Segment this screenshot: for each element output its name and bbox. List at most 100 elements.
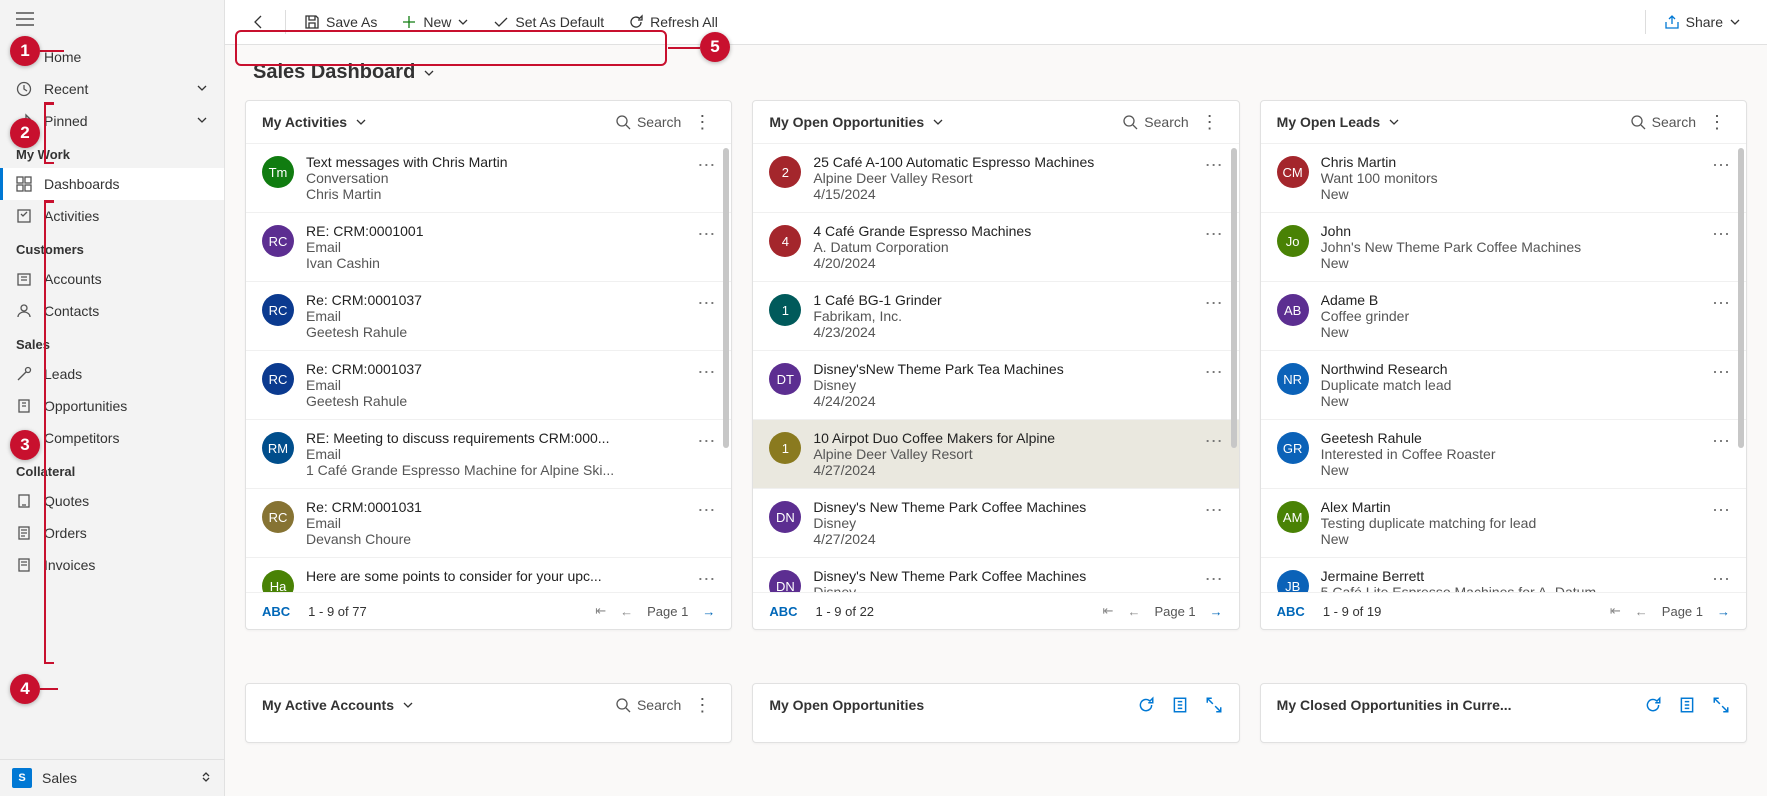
back-button[interactable] [241, 8, 277, 36]
row-more-button[interactable]: ⋯ [1205, 223, 1223, 243]
list-row[interactable]: TmText messages with Chris MartinConvers… [246, 144, 731, 213]
row-more-button[interactable]: ⋯ [1205, 499, 1223, 519]
list-row[interactable]: HaHere are some points to consider for y… [246, 558, 731, 592]
more-button[interactable]: ⋮ [1197, 113, 1223, 131]
clock-icon [16, 81, 32, 97]
nav-activities[interactable]: Activities [0, 200, 224, 232]
nav-invoices[interactable]: Invoices [0, 549, 224, 581]
refresh-icon[interactable] [1137, 696, 1155, 714]
prev-page-button[interactable]: ← [1127, 604, 1140, 619]
expand-icon[interactable] [1205, 696, 1223, 714]
search-button[interactable]: Search [1122, 114, 1188, 130]
list-row[interactable]: NRNorthwind ResearchDuplicate match lead… [1261, 351, 1746, 420]
more-button[interactable]: ⋮ [689, 696, 715, 714]
first-page-button[interactable]: ⇤ [595, 603, 606, 619]
callout-line-1 [40, 50, 64, 52]
more-button[interactable]: ⋮ [689, 113, 715, 131]
list-row[interactable]: RCRe: CRM:0001031EmailDevansh Choure⋯ [246, 489, 731, 558]
abc-filter[interactable]: ABC [769, 604, 797, 619]
chevron-down-icon[interactable] [1388, 116, 1400, 128]
search-button[interactable]: Search [615, 697, 681, 713]
search-button[interactable]: Search [1630, 114, 1696, 130]
nav-orders[interactable]: Orders [0, 517, 224, 549]
row-more-button[interactable]: ⋯ [1712, 223, 1730, 243]
row-more-button[interactable]: ⋯ [697, 568, 715, 588]
list-row[interactable]: RCRE: CRM:0001001EmailIvan Cashin⋯ [246, 213, 731, 282]
more-button[interactable]: ⋮ [1704, 113, 1730, 131]
nav-contacts[interactable]: Contacts [0, 295, 224, 327]
row-more-button[interactable]: ⋯ [1712, 361, 1730, 381]
list-row[interactable]: RCRe: CRM:0001037EmailGeetesh Rahule⋯ [246, 282, 731, 351]
list-row[interactable]: RCRe: CRM:0001037EmailGeetesh Rahule⋯ [246, 351, 731, 420]
list-row[interactable]: GRGeetesh RahuleInterested in Coffee Roa… [1261, 420, 1746, 489]
list-row[interactable]: DTDisney'sNew Theme Park Tea MachinesDis… [753, 351, 1238, 420]
row-more-button[interactable]: ⋯ [1205, 292, 1223, 312]
row-more-button[interactable]: ⋯ [1205, 361, 1223, 381]
save-as-button[interactable]: Save As [294, 8, 387, 36]
row-more-button[interactable]: ⋯ [697, 430, 715, 450]
nav-opportunities[interactable]: Opportunities [0, 390, 224, 422]
list-row[interactable]: 11 Café BG-1 GrinderFabrikam, Inc.4/23/2… [753, 282, 1238, 351]
next-page-button[interactable]: → [702, 604, 715, 619]
quotes-icon [16, 493, 32, 509]
row-more-button[interactable]: ⋯ [1712, 154, 1730, 174]
refresh-icon[interactable] [1644, 696, 1662, 714]
nav-quotes[interactable]: Quotes [0, 485, 224, 517]
area-switcher[interactable]: S Sales [0, 759, 224, 796]
list-row[interactable]: 225 Café A-100 Automatic Espresso Machin… [753, 144, 1238, 213]
row-more-button[interactable]: ⋯ [1712, 430, 1730, 450]
prev-page-button[interactable]: ← [1635, 604, 1648, 619]
chevron-down-icon[interactable] [355, 116, 367, 128]
row-text: Adame BCoffee grinderNew [1321, 292, 1700, 340]
row-more-button[interactable]: ⋯ [1205, 154, 1223, 174]
row-more-button[interactable]: ⋯ [1205, 430, 1223, 450]
scrollbar[interactable] [1738, 148, 1744, 448]
nav-dashboards[interactable]: Dashboards [0, 168, 224, 200]
nav-recent[interactable]: Recent [0, 73, 224, 105]
records-icon[interactable] [1678, 696, 1696, 714]
prev-page-button[interactable]: ← [620, 604, 633, 619]
hamburger-button[interactable] [0, 0, 224, 41]
new-button[interactable]: New [391, 8, 479, 36]
row-more-button[interactable]: ⋯ [1712, 568, 1730, 588]
list-row[interactable]: RMRE: Meeting to discuss requirements CR… [246, 420, 731, 489]
list-row[interactable]: 44 Café Grande Espresso MachinesA. Datum… [753, 213, 1238, 282]
records-icon[interactable] [1171, 696, 1189, 714]
scrollbar[interactable] [723, 148, 729, 448]
scrollbar[interactable] [1231, 148, 1237, 448]
nav-accounts[interactable]: Accounts [0, 263, 224, 295]
row-more-button[interactable]: ⋯ [697, 361, 715, 381]
share-button[interactable]: Share [1654, 8, 1751, 36]
chevron-down-icon[interactable] [402, 699, 414, 711]
nav-leads[interactable]: Leads [0, 358, 224, 390]
row-more-button[interactable]: ⋯ [697, 154, 715, 174]
search-button[interactable]: Search [615, 114, 681, 130]
row-more-button[interactable]: ⋯ [697, 499, 715, 519]
first-page-button[interactable]: ⇤ [1610, 603, 1621, 619]
list-row[interactable]: DNDisney's New Theme Park Coffee Machine… [753, 558, 1238, 592]
row-more-button[interactable]: ⋯ [1712, 292, 1730, 312]
chevron-down-icon [196, 81, 208, 97]
list-row[interactable]: AMAlex MartinTesting duplicate matching … [1261, 489, 1746, 558]
list-row[interactable]: 110 Airpot Duo Coffee Makers for AlpineA… [753, 420, 1238, 489]
next-page-button[interactable]: → [1717, 604, 1730, 619]
next-page-button[interactable]: → [1210, 604, 1223, 619]
first-page-button[interactable]: ⇤ [1103, 603, 1114, 619]
list-row[interactable]: DNDisney's New Theme Park Coffee Machine… [753, 489, 1238, 558]
list-row[interactable]: ABAdame BCoffee grinderNew⋯ [1261, 282, 1746, 351]
chevron-down-icon[interactable] [932, 116, 944, 128]
expand-icon[interactable] [1712, 696, 1730, 714]
list-row[interactable]: JBJermaine Berrett5 Café Lite Espresso M… [1261, 558, 1746, 592]
row-more-button[interactable]: ⋯ [697, 223, 715, 243]
abc-filter[interactable]: ABC [1277, 604, 1305, 619]
abc-filter[interactable]: ABC [262, 604, 290, 619]
row-more-button[interactable]: ⋯ [1712, 499, 1730, 519]
page-title: Sales Dashboard [253, 61, 415, 84]
row-more-button[interactable]: ⋯ [1205, 568, 1223, 588]
chevron-down-icon[interactable] [423, 67, 435, 79]
list-row[interactable]: JoJohnJohn's New Theme Park Coffee Machi… [1261, 213, 1746, 282]
set-default-button[interactable]: Set As Default [483, 8, 614, 36]
row-more-button[interactable]: ⋯ [697, 292, 715, 312]
list-row[interactable]: CMChris MartinWant 100 monitorsNew⋯ [1261, 144, 1746, 213]
row-text: Disney's New Theme Park Coffee MachinesD… [813, 568, 1192, 592]
